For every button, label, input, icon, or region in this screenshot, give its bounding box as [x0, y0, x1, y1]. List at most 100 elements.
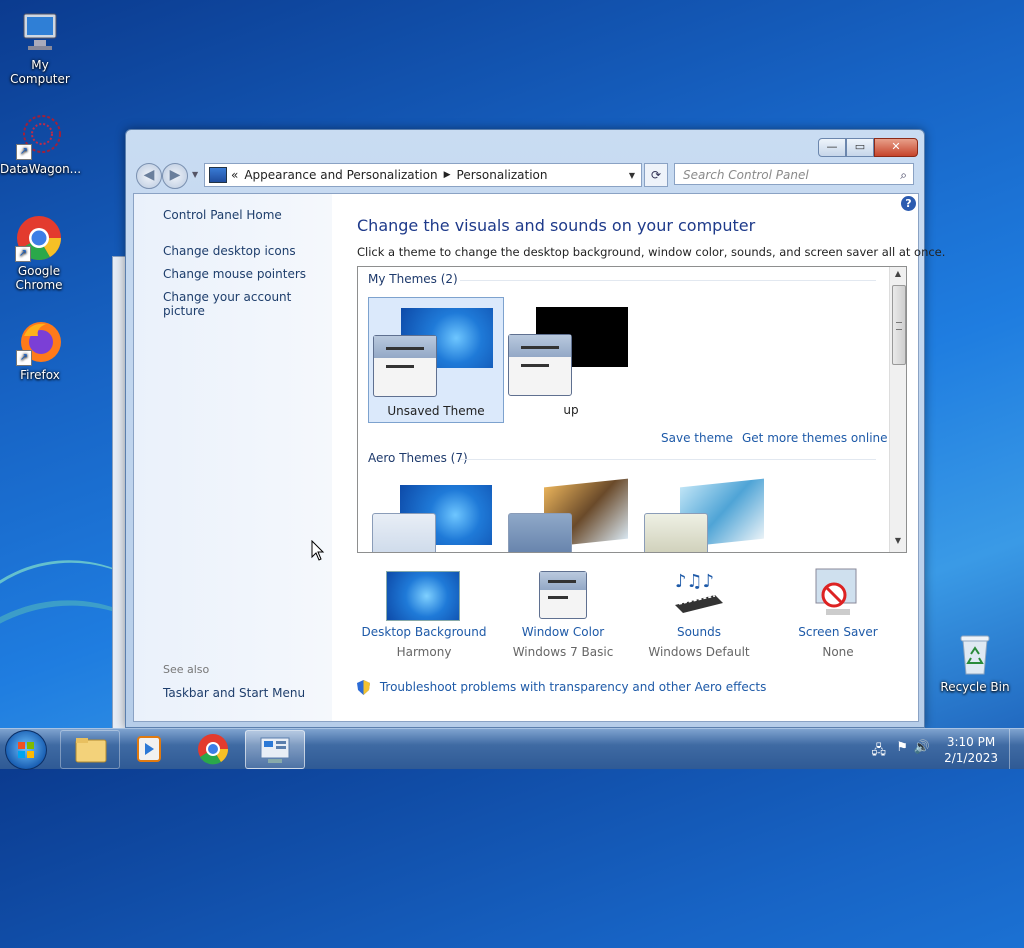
setting-value: Windows 7 Basic — [512, 645, 614, 659]
window-preview-icon — [372, 513, 436, 552]
caption-buttons: — ▭ ✕ — [818, 138, 918, 157]
theme-unsaved[interactable]: Unsaved Theme — [368, 297, 504, 423]
aero-theme-characters[interactable] — [640, 478, 780, 552]
desktop-icon-datawagon[interactable]: ↗ DataWagon... — [0, 112, 82, 176]
address-bar[interactable]: « Appearance and Personalization ▶ Perso… — [204, 163, 642, 187]
theme-list[interactable]: My Themes (2) Unsaved Theme up Save them… — [357, 266, 907, 553]
clock-date: 2/1/2023 — [944, 751, 998, 765]
setting-value: Windows Default — [648, 645, 750, 659]
save-theme-link[interactable]: Save theme — [661, 431, 733, 445]
desktop-icon-label: Recycle Bin — [940, 680, 1010, 694]
desktop-icon-my-computer[interactable]: My Computer — [0, 8, 80, 86]
desktop-icon-label: Firefox — [20, 368, 60, 382]
setting-name: Window Color — [521, 625, 605, 639]
aero-theme-windows7[interactable] — [368, 485, 508, 552]
page-subtitle: Click a theme to change the desktop back… — [357, 245, 946, 259]
sounds-setting[interactable]: ♪♫♪ Sounds Windows Default — [629, 567, 769, 659]
page-title: Change the visuals and sounds on your co… — [357, 216, 756, 235]
theme-up[interactable]: up — [504, 297, 638, 421]
computer-icon — [16, 8, 64, 56]
group-divider — [460, 280, 876, 281]
setting-value: None — [822, 645, 854, 659]
taskbar-media-player[interactable] — [120, 730, 178, 767]
show-desktop-button[interactable] — [1009, 729, 1024, 769]
taskbar-start-menu-link[interactable]: Taskbar and Start Menu — [163, 686, 305, 700]
desktop-icon-recycle-bin[interactable]: Recycle Bin — [935, 630, 1015, 694]
setting-name: Screen Saver — [798, 625, 878, 639]
search-input[interactable]: Search Control Panel ⌕ — [674, 163, 914, 185]
theme-list-scrollbar[interactable]: ▲ ▼ — [889, 267, 906, 552]
window-preview-icon — [508, 334, 572, 396]
scroll-up-icon[interactable]: ▲ — [890, 269, 906, 283]
mouse-cursor-icon — [311, 540, 325, 561]
navigation-bar: ◀ ▶ ▼ « Appearance and Personalization ▶… — [134, 162, 916, 189]
address-overflow[interactable]: « — [231, 168, 238, 182]
search-placeholder: Search Control Panel — [683, 168, 809, 182]
action-center-icon[interactable]: ⚑ — [896, 740, 908, 755]
theme-name: up — [563, 403, 579, 417]
minimize-button[interactable]: — — [818, 138, 846, 157]
maximize-button[interactable]: ▭ — [846, 138, 874, 157]
svg-text:♪♫♪: ♪♫♪ — [675, 571, 714, 592]
troubleshoot-label: Troubleshoot problems with transparency … — [379, 680, 767, 694]
control-panel-home-link[interactable]: Control Panel Home — [163, 208, 282, 222]
start-button[interactable] — [5, 730, 47, 770]
setting-name: Sounds — [676, 625, 722, 639]
setting-value: Harmony — [396, 645, 452, 659]
forward-button[interactable]: ▶ — [162, 163, 188, 189]
address-dropdown-icon[interactable]: ▼ — [629, 171, 635, 180]
close-button[interactable]: ✕ — [874, 138, 918, 157]
taskbar-chrome[interactable] — [184, 730, 242, 767]
desktop-background-setting[interactable]: Desktop Background Harmony — [354, 567, 494, 659]
theme-name: Unsaved Theme — [387, 404, 485, 418]
help-icon[interactable]: ? — [901, 196, 916, 211]
search-icon[interactable]: ⌕ — [900, 164, 907, 186]
window-preview-icon — [508, 513, 572, 552]
refresh-button[interactable]: ⟳ — [644, 163, 668, 187]
firefox-icon: ↗ — [16, 318, 64, 366]
datawagon-icon: ↗ — [16, 112, 64, 160]
desktop-icon-firefox[interactable]: ↗ Firefox — [0, 318, 80, 382]
my-themes-header[interactable]: My Themes (2) — [368, 272, 458, 286]
network-icon[interactable]: 🖧 — [872, 741, 887, 763]
change-mouse-pointers-link[interactable]: Change mouse pointers — [163, 267, 306, 281]
scroll-thumb[interactable] — [892, 285, 906, 365]
get-more-themes-link[interactable]: Get more themes online — [742, 431, 888, 445]
recycle-bin-icon — [951, 630, 999, 678]
troubleshoot-link[interactable]: Troubleshoot problems with transparency … — [357, 680, 766, 695]
taskbar-control-panel[interactable] — [245, 730, 305, 769]
volume-icon[interactable]: 🔊 — [914, 740, 930, 755]
change-desktop-icons-link[interactable]: Change desktop icons — [163, 244, 296, 258]
desktop-icon-label: DataWagon... — [0, 162, 82, 176]
taskbar-explorer[interactable] — [60, 730, 120, 769]
aero-themes-header[interactable]: Aero Themes (7) — [368, 451, 468, 465]
shortcut-arrow-icon: ↗ — [15, 246, 31, 262]
control-panel-icon — [260, 737, 290, 763]
scroll-down-icon[interactable]: ▼ — [890, 536, 906, 550]
recent-pages-dropdown-icon[interactable]: ▼ — [192, 170, 198, 179]
desktop-icon-label: My Computer — [10, 58, 70, 86]
window-color-setting[interactable]: Window Color Windows 7 Basic — [493, 567, 633, 659]
clock[interactable]: 3:10 PM 2/1/2023 — [944, 734, 998, 766]
shield-icon — [357, 680, 370, 695]
media-player-icon — [137, 736, 161, 762]
breadcrumb-personalization[interactable]: Personalization — [457, 168, 548, 182]
breadcrumb-appearance[interactable]: Appearance and Personalization — [244, 168, 437, 182]
breadcrumb-separator-icon[interactable]: ▶ — [444, 170, 451, 180]
taskbar: 🖧 ⚑ 🔊 3:10 PM 2/1/2023 — [0, 728, 1024, 770]
control-panel-icon — [209, 167, 227, 183]
chrome-icon: ↗ — [15, 214, 63, 262]
folder-icon — [75, 738, 107, 763]
window-color-icon — [493, 567, 633, 619]
clock-time: 3:10 PM — [946, 735, 996, 749]
desktop-icon-chrome[interactable]: ↗ Google Chrome — [0, 214, 78, 292]
content-area: Control Panel Home Change desktop icons … — [133, 193, 945, 722]
window-preview-icon — [373, 335, 437, 397]
back-button[interactable]: ◀ — [136, 163, 162, 189]
chrome-icon — [198, 734, 229, 765]
aero-theme-architecture[interactable] — [504, 478, 644, 552]
screen-saver-setting[interactable]: Screen Saver None — [768, 567, 908, 659]
change-account-picture-link[interactable]: Change your account picture — [163, 290, 332, 318]
setting-name: Desktop Background — [361, 625, 487, 639]
windows-logo-icon — [18, 742, 34, 758]
